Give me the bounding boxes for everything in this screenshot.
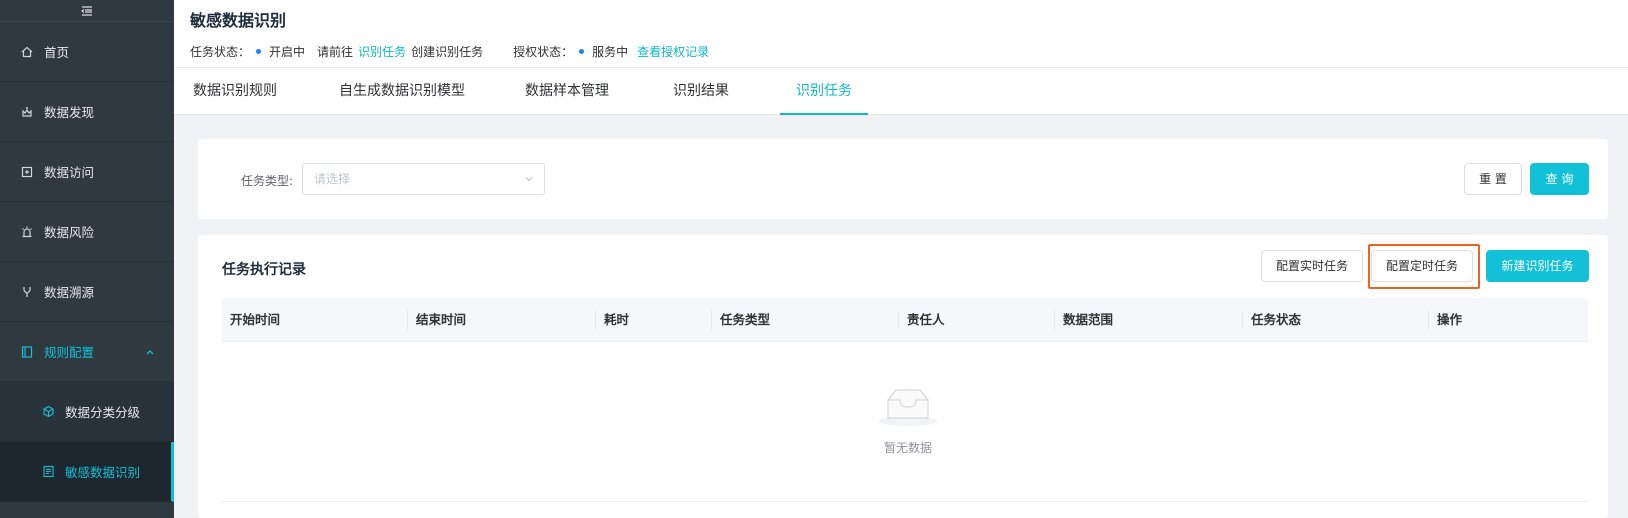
collapse-menu-button[interactable] [0,0,174,22]
new-task-button[interactable]: 新建识别任务 [1486,250,1589,282]
search-button[interactable]: 查 询 [1530,163,1589,195]
sidebar-subitem-label: 敏感数据识别 [65,465,141,480]
tab-samples[interactable]: 数据样本管理 [522,68,612,115]
discover-icon [20,105,34,119]
reset-button[interactable]: 重 置 [1464,163,1522,195]
sidebar: 首页 数据发现 数据访问 数据风险 数据溯源 规则配置 数据分类分级 敏感数据识… [0,0,174,518]
chevron-up-icon [146,350,154,355]
column-header: 耗时 [604,312,630,327]
sidebar-item-label: 数据风险 [44,225,95,240]
task-type-label: 任务类型: [241,174,294,188]
config-scheduled-task-button[interactable]: 配置定时任务 [1371,250,1473,282]
tab-bar: 数据识别规则 自生成数据识别模型 数据样本管理 识别结果 识别任务 [174,68,1628,115]
table-header: 开始时间 结束时间 耗时 任务类型 责任人 数据范围 任务状态 操作 [222,298,1588,342]
page-title: 敏感数据识别 [190,11,287,30]
access-icon [20,165,34,179]
column-header: 任务状态 [1251,312,1302,327]
column-header: 任务类型 [720,312,771,327]
chevron-down-icon [525,177,533,182]
column-header: 开始时间 [230,312,281,327]
sidebar-item-label: 规则配置 [44,345,95,360]
sidebar-item-label: 数据发现 [44,105,95,120]
sidebar-item-risk[interactable]: 数据风险 [0,202,174,262]
sidebar-subitem-label: 数据分类分级 [65,405,141,420]
records-card: 任务执行记录 配置实时任务 配置定时任务 新建识别任务 开始时间 结束时间 耗时… [198,235,1608,518]
filter-card: 任务类型: 请选择 重 置 查 询 [198,139,1608,219]
task-type-select[interactable]: 请选择 [302,163,545,195]
tab-rules[interactable]: 数据识别规则 [190,68,280,115]
tab-self-model[interactable]: 自生成数据识别模型 [337,68,467,115]
table-bottom-border [222,501,1588,502]
goto-suffix: 创建识别任务 [411,45,484,59]
document-icon [42,465,55,478]
config-realtime-task-button[interactable]: 配置实时任务 [1261,250,1363,282]
sidebar-item-access[interactable]: 数据访问 [0,142,174,202]
column-header: 责任人 [907,312,945,327]
status-line: 任务状态： 开启中 请前往 识别任务 创建识别任务 授权状态： 服务中 查看授权… [190,43,709,60]
view-auth-records-link[interactable]: 查看授权记录 [637,43,709,60]
status-dot-icon [256,49,262,54]
empty-box-icon [878,389,938,426]
sidebar-item-discover[interactable]: 数据发现 [0,82,174,142]
home-icon [20,45,34,59]
column-header: 结束时间 [416,312,467,327]
status-dot-icon [579,49,585,54]
sidebar-item-trace[interactable]: 数据溯源 [0,262,174,322]
rules-icon [20,345,34,359]
auth-status-label: 授权状态： [513,45,574,59]
auth-status-value: 服务中 [592,45,629,59]
branch-icon [20,285,34,299]
column-header: 数据范围 [1063,312,1114,327]
alarm-icon [20,225,34,239]
sidebar-subitem-classification[interactable]: 数据分类分级 [0,382,174,442]
sidebar-item-label: 数据访问 [44,165,95,180]
sidebar-item-rules[interactable]: 规则配置 [0,322,174,382]
sidebar-subitem-sensitive[interactable]: 敏感数据识别 [0,442,174,502]
goto-prefix: 请前往 [317,45,354,59]
sidebar-item-label: 首页 [44,45,70,60]
tab-tasks[interactable]: 识别任务 [780,68,868,115]
sidebar-item-home[interactable]: 首页 [0,22,174,82]
menu-fold-icon [81,5,92,16]
column-header: 操作 [1437,312,1463,327]
records-title: 任务执行记录 [222,262,306,278]
cube-icon [42,405,55,418]
goto-task-link[interactable]: 识别任务 [358,43,406,60]
tab-results[interactable]: 识别结果 [666,68,736,115]
task-type-placeholder: 请选择 [314,172,351,186]
task-status-label: 任务状态： [190,45,251,59]
task-status-value: 开启中 [269,45,306,59]
sidebar-item-label: 数据溯源 [44,285,95,300]
empty-state-text: 暂无数据 [883,441,932,455]
page-header: 敏感数据识别 任务状态： 开启中 请前往 识别任务 创建识别任务 授权状态： 服… [174,0,1628,68]
